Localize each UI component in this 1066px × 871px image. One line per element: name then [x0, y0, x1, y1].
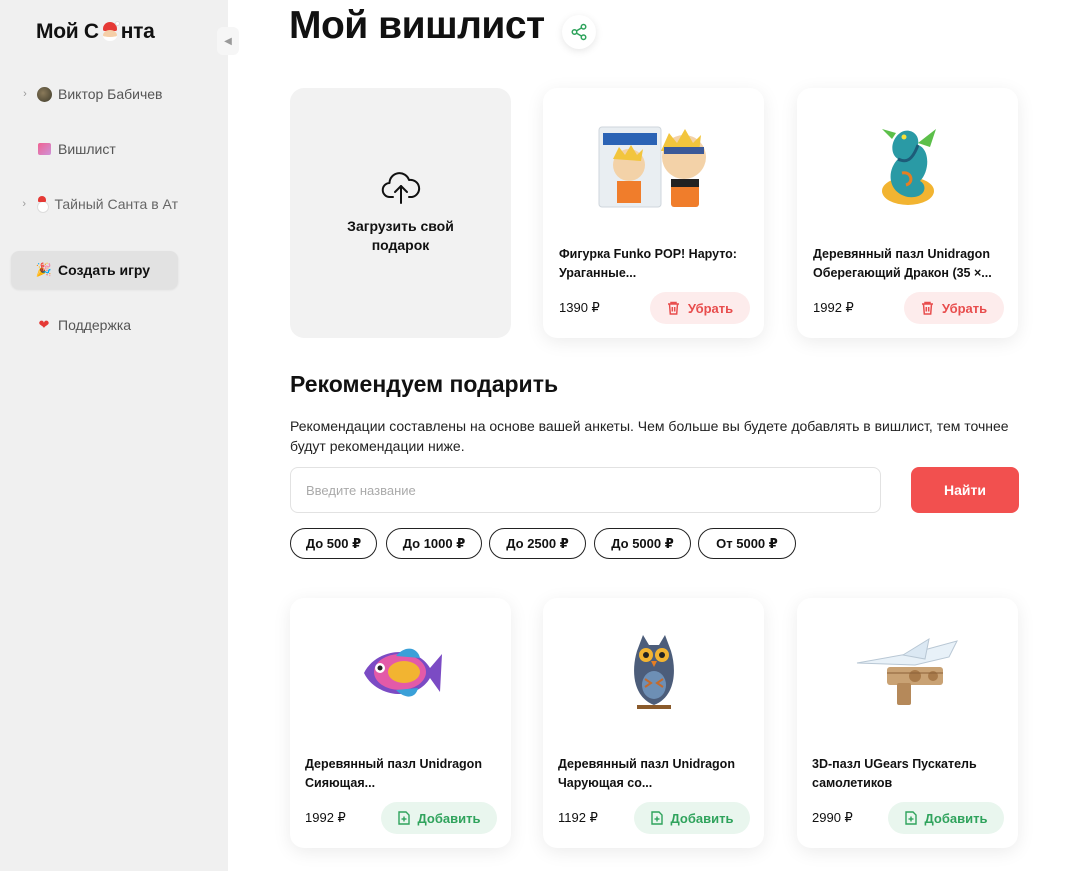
- product-price: 2990 ₽: [812, 810, 853, 825]
- upload-gift-card[interactable]: Загрузить свой подарок: [290, 88, 511, 338]
- santa-icon: [100, 21, 120, 42]
- chevron-right-icon[interactable]: ›: [19, 198, 29, 210]
- page-title: Мой вишлист: [289, 4, 545, 47]
- filter-chip-500[interactable]: До 500 ₽: [290, 528, 377, 559]
- snowman-icon: [34, 196, 49, 213]
- add-button[interactable]: Добавить: [381, 802, 497, 834]
- product-image-dragon[interactable]: [797, 88, 1018, 238]
- add-button[interactable]: Добавить: [634, 802, 750, 834]
- recommend-card[interactable]: Деревянный пазл Unidragon Чарующая со...…: [543, 598, 764, 848]
- remove-label: Убрать: [687, 300, 734, 316]
- logo-text-left: Мой С: [36, 20, 99, 43]
- sidebar-item-label: Виктор Бабичев: [58, 86, 163, 102]
- remove-label: Убрать: [941, 300, 988, 316]
- product-image-fish[interactable]: [290, 598, 511, 748]
- logo-text-right: нта: [120, 20, 155, 43]
- logo[interactable]: Мой С нта: [36, 20, 155, 44]
- recommend-card[interactable]: 3D-пазл UGears Пускатель самолетиков 299…: [797, 598, 1018, 848]
- filter-chip-5000[interactable]: До 5000 ₽: [594, 528, 691, 559]
- sidebar-item-label: Поддержка: [58, 317, 132, 333]
- product-image-owl[interactable]: [543, 598, 764, 748]
- collapse-arrow-icon: ◀: [224, 35, 232, 47]
- share-button[interactable]: [562, 15, 596, 49]
- heart-icon: ❤: [38, 317, 50, 332]
- product-image-plane-launcher[interactable]: [797, 598, 1018, 748]
- product-name[interactable]: Деревянный пазл Unidragon Чарующая со...: [558, 755, 754, 793]
- product-name[interactable]: 3D-пазл UGears Пускатель самолетиков: [812, 755, 1008, 793]
- wishlist-card[interactable]: Деревянный пазл Unidragon Оберегающий Др…: [797, 88, 1018, 338]
- product-name[interactable]: Деревянный пазл Unidragon Сияющая...: [305, 755, 501, 793]
- product-price: 1192 ₽: [558, 810, 598, 825]
- add-label: Добавить: [417, 810, 481, 826]
- recommend-card[interactable]: Деревянный пазл Unidragon Сияющая... 199…: [290, 598, 511, 848]
- remove-button[interactable]: Убрать: [650, 292, 750, 324]
- recommend-description: Рекомендации составлены на основе вашей …: [290, 418, 1009, 454]
- party-popper-icon: 🎉: [35, 262, 53, 277]
- share-icon: [571, 23, 587, 41]
- gift-bag-icon: [36, 141, 52, 157]
- product-price: 1992 ₽: [305, 810, 346, 825]
- sidebar-item-support[interactable]: › ❤ Поддержка: [11, 306, 178, 344]
- add-file-icon: [650, 811, 663, 825]
- product-price: 1992 ₽: [813, 300, 854, 315]
- avatar-icon: [36, 86, 52, 102]
- trash-icon: [667, 301, 679, 315]
- product-name[interactable]: Фигурка Funko POP! Наруто: Ураганные...: [559, 245, 755, 283]
- add-file-icon: [904, 811, 917, 825]
- filter-chip-1000[interactable]: До 1000 ₽: [386, 528, 482, 559]
- add-file-icon: [397, 811, 410, 825]
- add-label: Добавить: [924, 810, 988, 826]
- add-button[interactable]: Добавить: [888, 802, 1004, 834]
- sidebar-item-create-game[interactable]: › 🎉 Создать игру: [11, 251, 178, 289]
- collapse-sidebar-button[interactable]: ◀: [217, 27, 239, 55]
- find-button[interactable]: Найти: [911, 467, 1019, 513]
- search-input[interactable]: [290, 467, 881, 513]
- recommend-title: Рекомендуем подарить: [290, 371, 559, 397]
- filter-chip-over-5000[interactable]: От 5000 ₽: [698, 528, 796, 559]
- product-name[interactable]: Деревянный пазл Unidragon Оберегающий Др…: [813, 245, 1009, 283]
- sidebar-item-label: Создать игру: [58, 262, 151, 278]
- upload-label: Загрузить свой подарок: [347, 218, 454, 253]
- sidebar: Мой С нта › Виктор Бабичев › Вишлист › Т…: [0, 0, 228, 871]
- filter-chip-2500[interactable]: До 2500 ₽: [489, 528, 586, 559]
- sidebar-item-label: Тайный Санта в Ат: [54, 196, 178, 212]
- upload-cloud-icon: [381, 172, 420, 204]
- sidebar-item-profile[interactable]: › Виктор Бабичев: [11, 75, 178, 113]
- add-label: Добавить: [670, 810, 734, 826]
- trash-icon: [921, 301, 933, 315]
- sidebar-item-wishlist[interactable]: › Вишлист: [11, 130, 178, 168]
- sidebar-item-label: Вишлист: [58, 141, 116, 157]
- sidebar-item-secret-santa[interactable]: › Тайный Санта в Ат: [11, 185, 178, 223]
- product-price: 1390 ₽: [559, 300, 600, 315]
- wishlist-card[interactable]: Фигурка Funko POP! Наруто: Ураганные... …: [543, 88, 764, 338]
- remove-button[interactable]: Убрать: [904, 292, 1004, 324]
- product-image-funko[interactable]: [543, 88, 764, 238]
- chevron-right-icon[interactable]: ›: [19, 88, 31, 100]
